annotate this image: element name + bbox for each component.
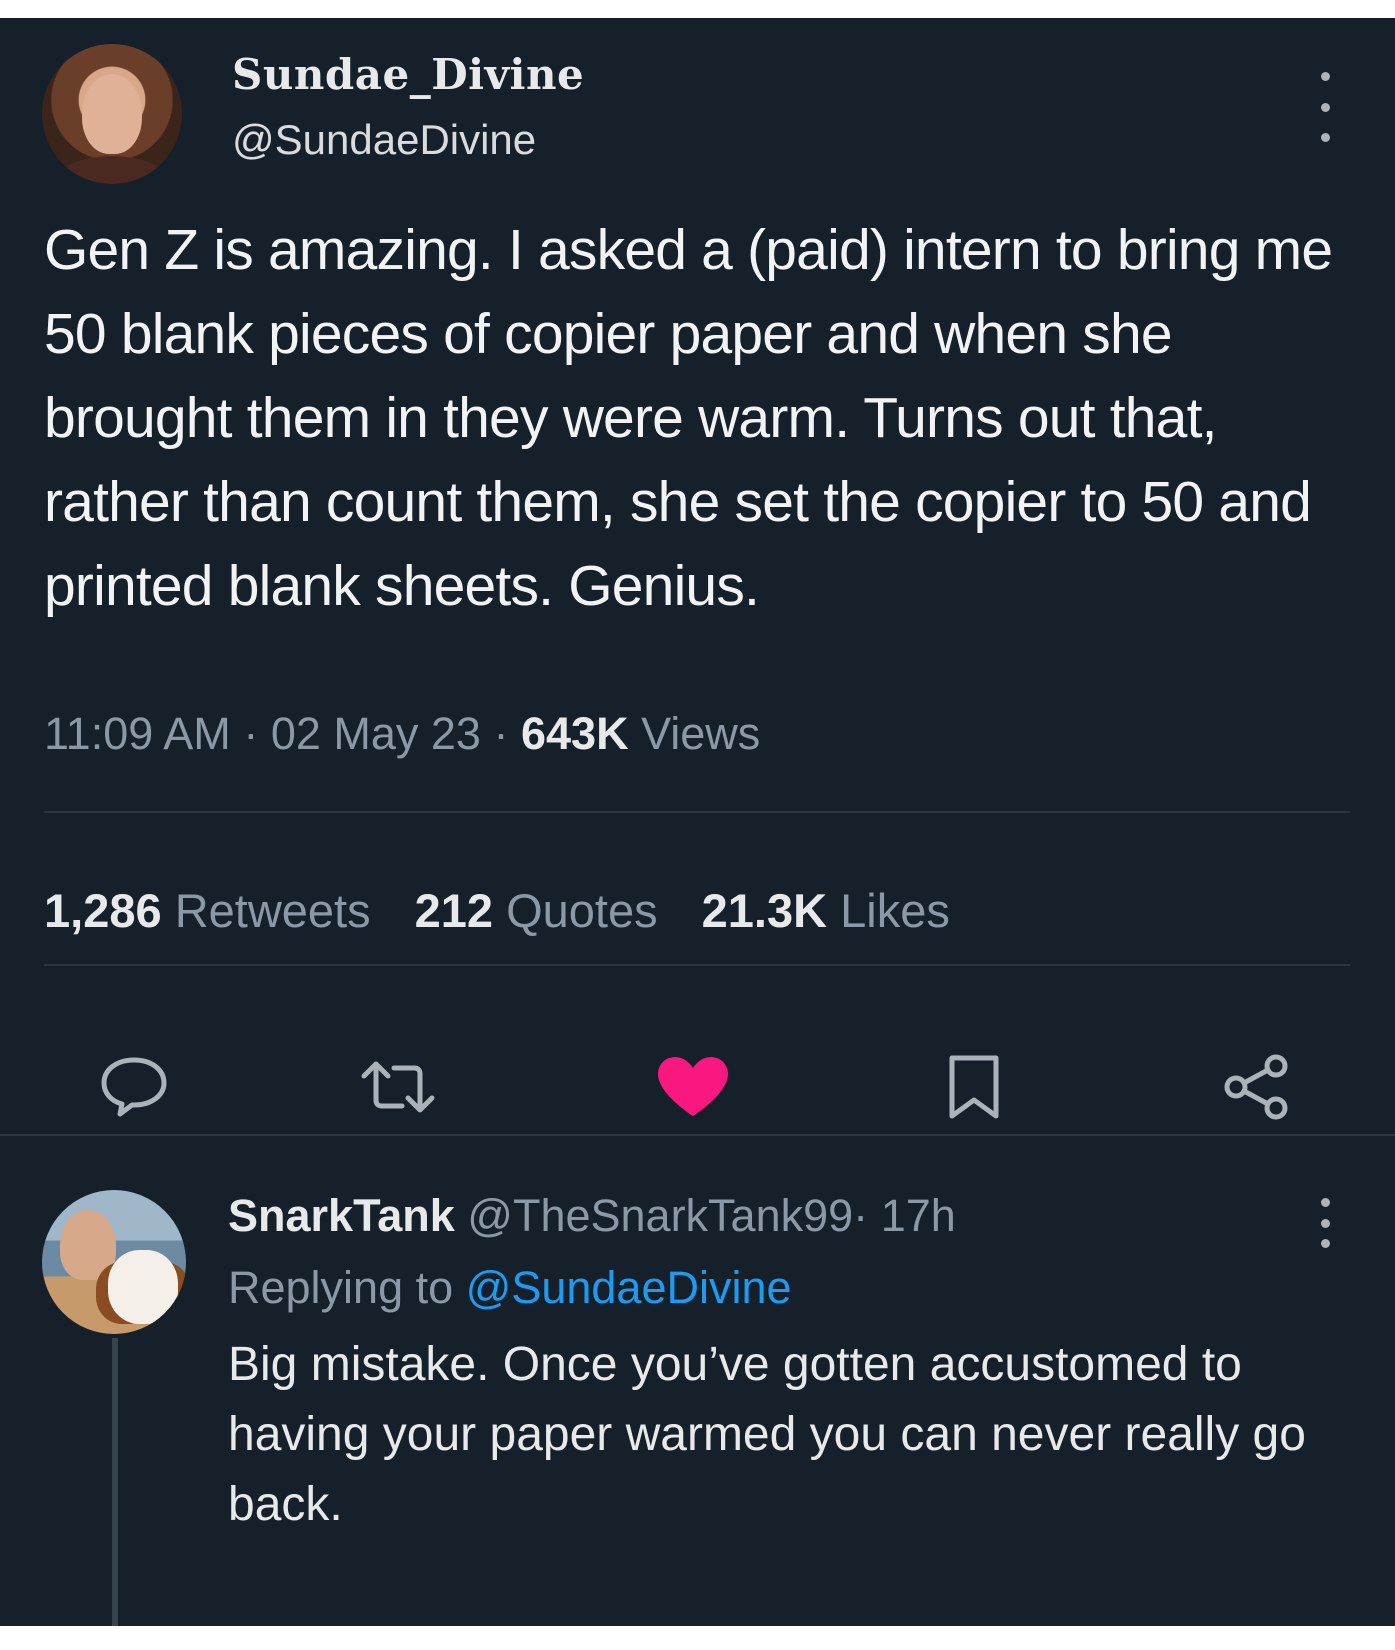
views-label: Views (641, 708, 761, 759)
meta-separator: · (493, 708, 509, 759)
share-button[interactable] (1222, 1054, 1292, 1125)
author-avatar[interactable] (42, 44, 182, 184)
replying-to-link[interactable]: @SundaeDivine (466, 1262, 792, 1313)
tweet-text: Gen Z is amazing. I asked a (paid) inter… (44, 218, 1333, 618)
tweet-thread-screenshot: Sundae_Divine @SundaeDivine Gen Z is ama… (0, 18, 1395, 1626)
more-options-icon[interactable] (1315, 72, 1335, 142)
author-name[interactable]: Sundae_Divine (232, 50, 584, 99)
quotes-count: 212 (414, 884, 494, 937)
views-count: 643K (520, 708, 629, 759)
reply-author-handle[interactable]: @TheSnarkTank99 (467, 1190, 853, 1241)
heart-icon (658, 1057, 728, 1116)
reply-icon (101, 1057, 167, 1117)
meta-separator: · (243, 708, 259, 759)
tweet-time[interactable]: 11:09 AM (44, 708, 231, 759)
replying-prefix: Replying to (228, 1262, 454, 1313)
replying-to: Replying to @SundaeDivine (228, 1262, 792, 1314)
tweet-date[interactable]: 02 May 23 (271, 708, 481, 759)
avatar-shoulders (52, 156, 172, 184)
like-button[interactable] (654, 1054, 732, 1125)
avatar-face (82, 74, 142, 154)
avatar-dog (108, 1250, 178, 1324)
retweets-count: 1,286 (44, 884, 162, 937)
reply-text: Big mistake. Once you’ve gotten accustom… (228, 1338, 1306, 1531)
reply-more-options-icon[interactable] (1315, 1198, 1335, 1248)
reply-header: SnarkTank @TheSnarkTank99· 17h (228, 1190, 956, 1242)
likes-count: 21.3K (701, 884, 828, 937)
engagement-stats: 1,286 Retweets 212 Quotes 21.3K Likes (44, 883, 994, 938)
bookmark-icon (949, 1055, 999, 1119)
quotes-label: Quotes (506, 884, 658, 937)
retweets-stat[interactable]: 1,286 Retweets (44, 884, 371, 937)
reply-separator: · (853, 1190, 869, 1241)
reply-author-avatar[interactable] (42, 1190, 186, 1334)
section-divider (0, 1134, 1395, 1136)
reply-button[interactable] (96, 1054, 172, 1125)
reply-time[interactable]: 17h (881, 1190, 956, 1241)
retweets-label: Retweets (174, 884, 371, 937)
share-icon (1224, 1054, 1288, 1120)
quotes-stat[interactable]: 212 Quotes (415, 884, 658, 937)
reply-author-name[interactable]: SnarkTank (228, 1190, 455, 1241)
author-handle[interactable]: @SundaeDivine (232, 116, 536, 164)
divider (44, 964, 1350, 966)
retweet-icon (361, 1061, 435, 1113)
likes-label: Likes (840, 884, 950, 937)
avatar-person (60, 1210, 116, 1280)
tweet-meta: 11:09 AM · 02 May 23 · 643K Views (44, 708, 760, 760)
retweet-button[interactable] (356, 1054, 440, 1125)
likes-stat[interactable]: 21.3K Likes (702, 884, 950, 937)
thread-line (112, 1338, 118, 1626)
divider (44, 811, 1350, 813)
bookmark-button[interactable] (944, 1054, 1004, 1125)
